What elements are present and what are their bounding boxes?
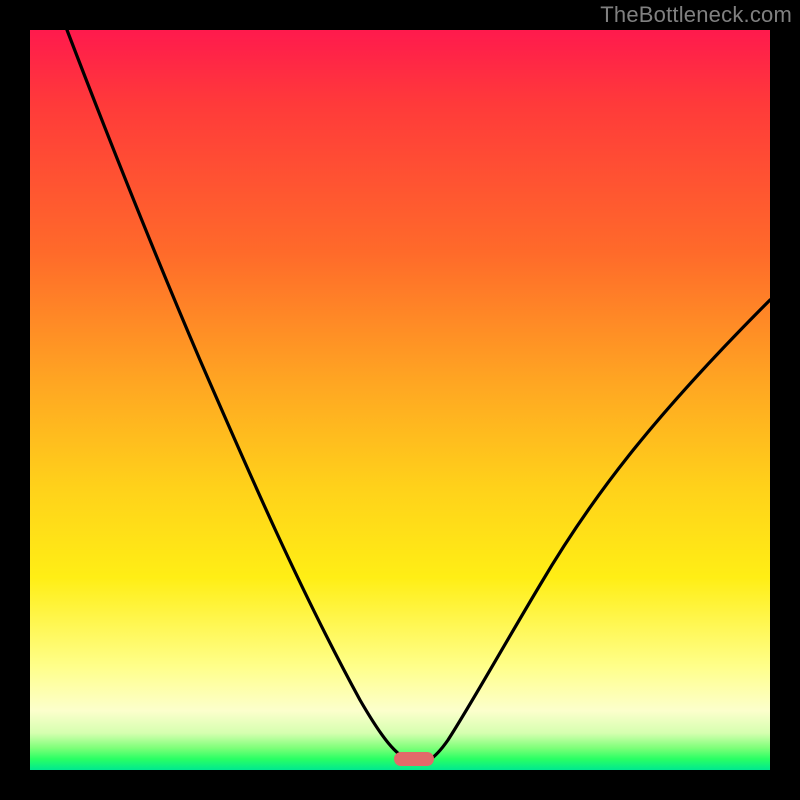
bottleneck-curve bbox=[30, 30, 770, 770]
watermark-text: TheBottleneck.com bbox=[600, 2, 792, 28]
chart-frame: TheBottleneck.com bbox=[0, 0, 800, 800]
optimal-marker bbox=[394, 752, 434, 766]
curve-path bbox=[67, 30, 770, 763]
plot-area bbox=[30, 30, 770, 770]
